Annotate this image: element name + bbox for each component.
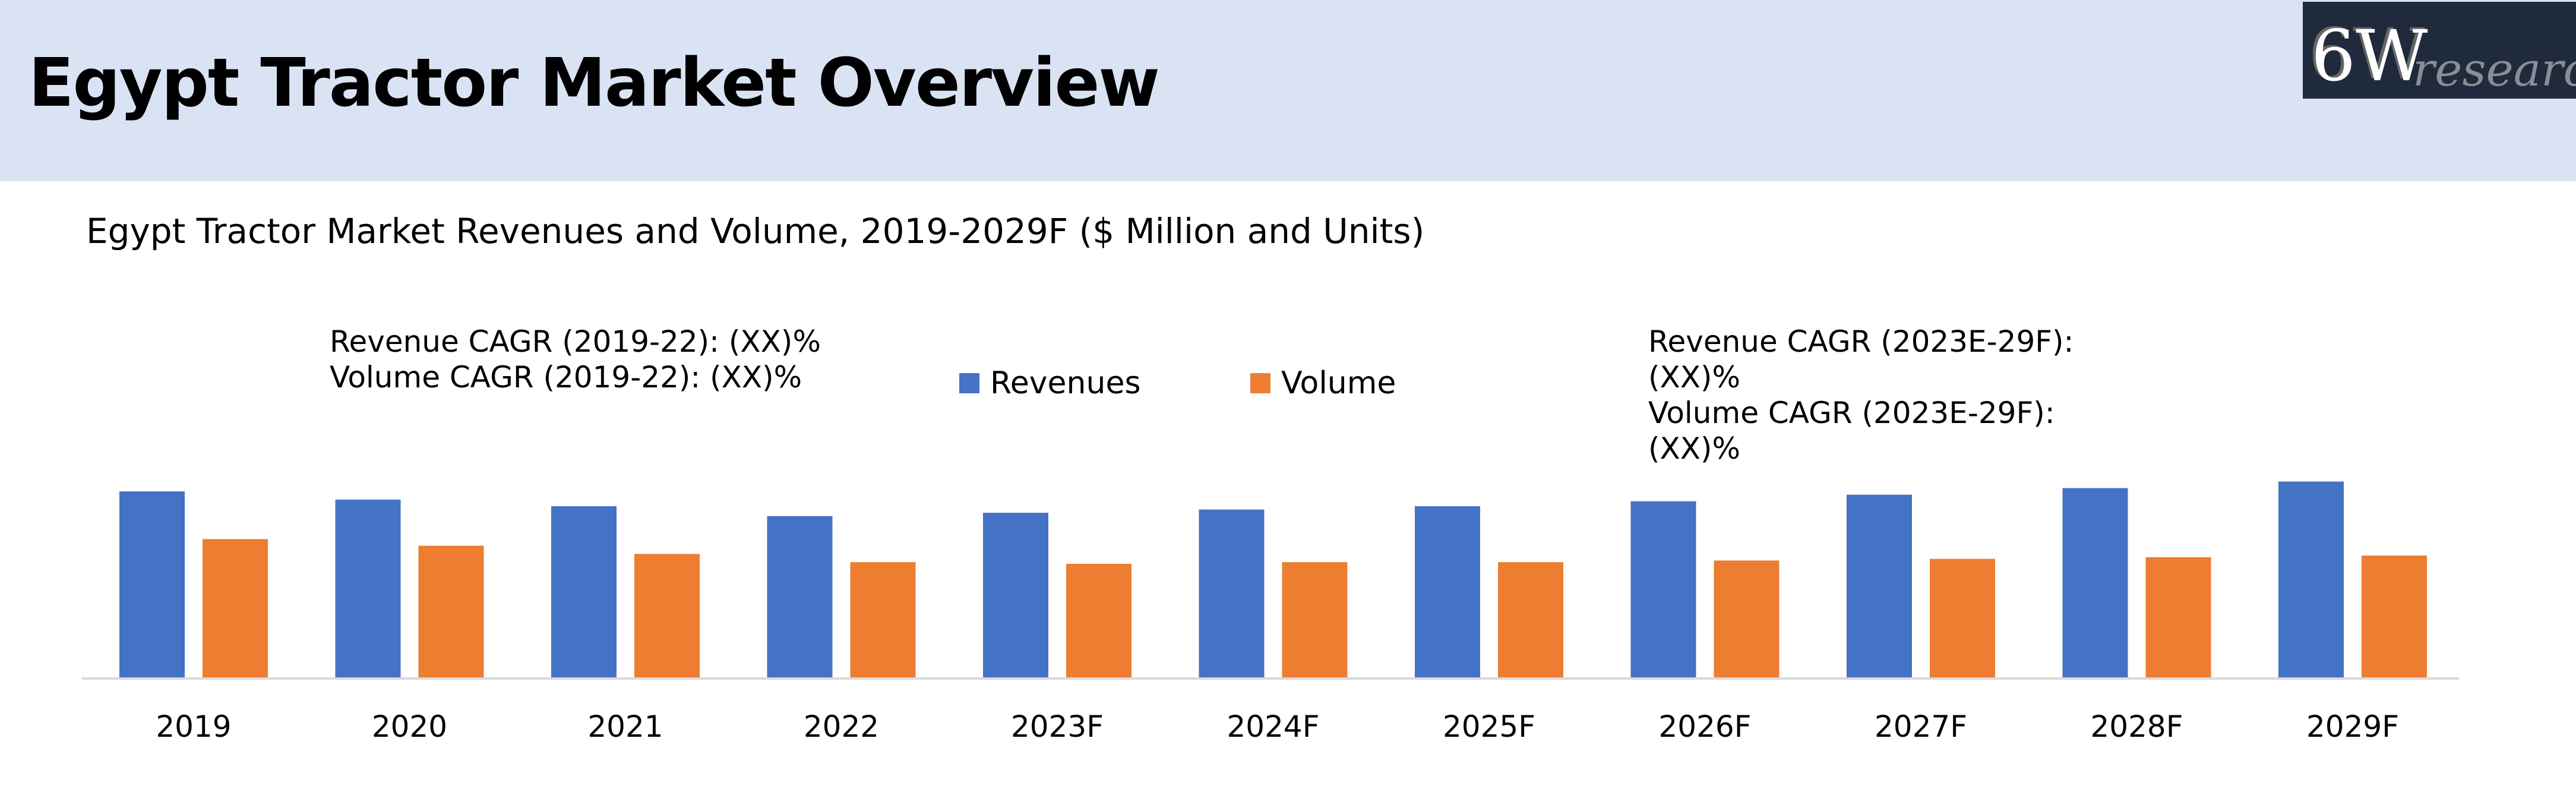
x-tick-label: 2027F bbox=[1875, 709, 1967, 744]
x-tick-label: 2023F bbox=[1011, 709, 1104, 744]
bar-revenues-2029f bbox=[2278, 481, 2344, 677]
x-tick-label: 2026F bbox=[1658, 709, 1751, 744]
x-tick-label: 2025F bbox=[1443, 709, 1535, 744]
bar-revenues-2023f bbox=[983, 513, 1048, 677]
bar-volume-2021 bbox=[634, 554, 700, 677]
bar-volume-2026f bbox=[1714, 560, 1780, 677]
x-tick-label: 2020 bbox=[372, 709, 447, 744]
bar-revenues-2027f bbox=[1847, 494, 1912, 677]
x-tick-label: 2024F bbox=[1227, 709, 1319, 744]
bar-revenues-2028f bbox=[2062, 488, 2128, 677]
x-tick-label: 2022 bbox=[804, 709, 879, 744]
x-tick-label: 2019 bbox=[156, 709, 231, 744]
x-tick-label: 2029F bbox=[2306, 709, 2399, 744]
bar-revenues-2025f bbox=[1415, 506, 1480, 677]
x-tick-label: 2028F bbox=[2090, 709, 2183, 744]
bar-revenues-2022 bbox=[767, 516, 833, 677]
bar-volume-2025f bbox=[1498, 562, 1563, 677]
bar-volume-2029f bbox=[2362, 556, 2427, 677]
bar-volume-2027f bbox=[1930, 558, 1995, 677]
bar-revenues-2024f bbox=[1199, 509, 1265, 677]
bar-revenues-2021 bbox=[551, 506, 617, 677]
bar-revenues-2020 bbox=[335, 499, 401, 677]
bar-volume-2019 bbox=[203, 539, 268, 677]
x-tick-label: 2021 bbox=[587, 709, 663, 744]
bar-volume-2022 bbox=[850, 562, 916, 677]
bar-volume-2023f bbox=[1066, 563, 1131, 677]
bar-volume-2024f bbox=[1282, 562, 1348, 677]
bar-volume-2028f bbox=[2145, 557, 2211, 677]
bar-revenues-2019 bbox=[119, 491, 185, 677]
bar-revenues-2026f bbox=[1630, 501, 1696, 677]
bar-chart: 2019 2020 2021 2022 2023F 2024F 2025F 2026F 2027… bbox=[82, 481, 2459, 744]
bar-volume-2020 bbox=[418, 545, 484, 677]
